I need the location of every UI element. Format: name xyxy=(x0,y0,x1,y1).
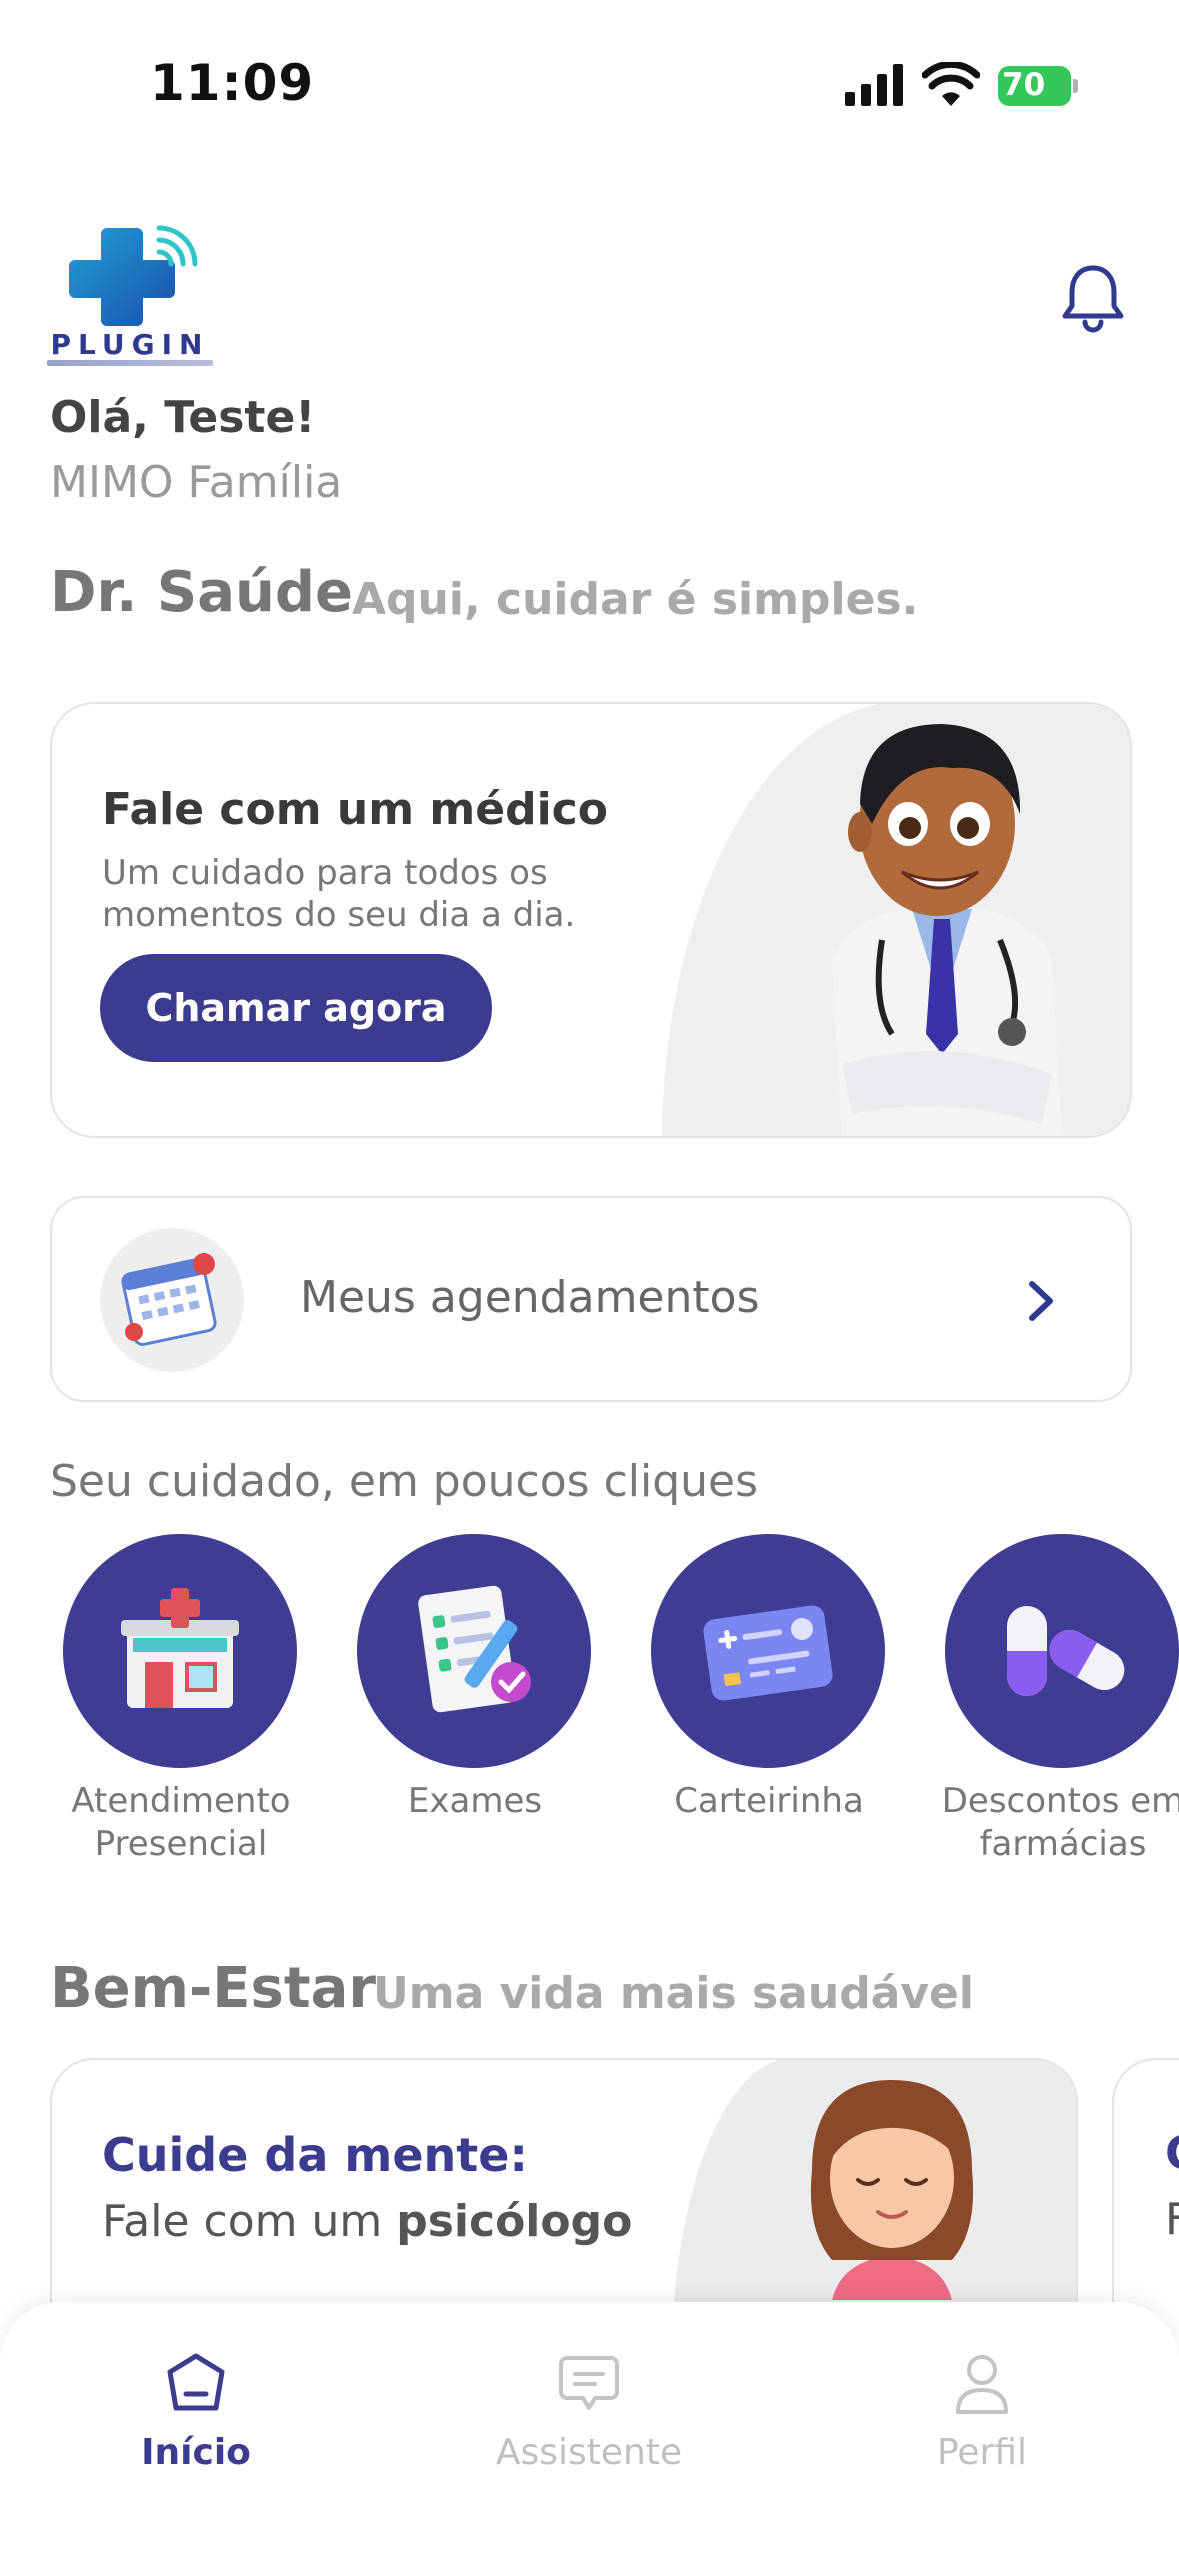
card-icon xyxy=(703,1605,833,1701)
logo-tagline xyxy=(47,360,213,366)
tab-assistant[interactable]: Assistente xyxy=(469,2352,709,2502)
tab-label: Perfil xyxy=(936,2432,1028,2473)
home-icon xyxy=(167,2353,225,2411)
brand-section-title: Dr. Saúde xyxy=(50,560,353,625)
calendar-icon xyxy=(100,1228,244,1372)
bottom-tab-bar: Início Assistente Perfil xyxy=(0,2302,1179,2556)
chat-icon xyxy=(559,2356,619,2410)
tab-home[interactable]: Início xyxy=(76,2352,316,2502)
doctor-card-description: Um cuidado para todos os momentos do seu… xyxy=(102,853,576,935)
quick-item-circle xyxy=(651,1534,885,1768)
quick-item-label: Atendimento Presencial xyxy=(71,1781,291,1864)
wifi-icon xyxy=(922,62,980,106)
battery-level: 70 xyxy=(1002,67,1046,103)
clinic-icon xyxy=(121,1588,239,1708)
quick-item-member-card[interactable]: Carteirinha xyxy=(619,1534,919,1874)
wellness-section-title: Bem-Estar xyxy=(50,1956,377,2021)
quick-item-label: Descontos em farmácias xyxy=(941,1781,1179,1864)
woman-illustration-icon xyxy=(810,2080,974,2300)
status-time: 11:09 xyxy=(150,54,315,112)
appointments-label: Meus agendamentos xyxy=(300,1272,760,1323)
battery-tip xyxy=(1073,79,1078,93)
status-bar: 11:09 70 xyxy=(0,0,1179,150)
next-card-heading-partial: C xyxy=(1165,2126,1179,2180)
battery-indicator: 70 xyxy=(998,66,1078,106)
tab-label: Início xyxy=(141,2432,251,2473)
wellness-card-heading: Cuide da mente: xyxy=(102,2128,528,2182)
quick-item-label: Exames xyxy=(407,1781,543,1821)
quick-item-circle xyxy=(945,1534,1179,1768)
talk-to-doctor-card[interactable]: Fale com um médico Um cuidado para todos… xyxy=(50,702,1132,1138)
notification-bell-icon[interactable] xyxy=(1058,262,1128,334)
logo-cross-icon xyxy=(69,225,198,326)
calendar-graphic xyxy=(121,1253,217,1346)
call-now-button[interactable]: Chamar agora xyxy=(100,954,492,1062)
signal-icon xyxy=(845,64,903,106)
tab-profile[interactable]: Perfil xyxy=(862,2352,1102,2502)
next-card-subtitle-partial: F xyxy=(1165,2194,1179,2245)
doctor-card-heading: Fale com um médico xyxy=(102,784,608,835)
logo-text: PLUGIN xyxy=(50,328,210,361)
tab-label: Assistente xyxy=(495,2432,683,2473)
quick-item-pharmacy-discounts[interactable]: Descontos em farmácias xyxy=(913,1534,1179,1874)
doctor-illustration-icon xyxy=(832,724,1062,1136)
plan-name: MIMO Família xyxy=(50,457,343,508)
user-icon xyxy=(956,2355,1008,2414)
wellness-section-subtitle: Uma vida mais saudável xyxy=(373,1968,974,2019)
brand-section-subtitle: Aqui, cuidar é simples. xyxy=(352,574,919,625)
wellness-sub-prefix: Fale com um xyxy=(102,2196,397,2247)
quick-access-title: Seu cuidado, em poucos cliques xyxy=(50,1456,759,1507)
quick-item-exams[interactable]: Exames xyxy=(325,1534,625,1874)
pill-icon xyxy=(1007,1606,1125,1696)
quick-item-label: Carteirinha xyxy=(674,1781,864,1821)
greeting-text: Olá, Teste! xyxy=(50,392,316,443)
exam-icon xyxy=(418,1585,531,1713)
my-appointments-card[interactable]: Meus agendamentos xyxy=(50,1196,1132,1402)
quick-item-circle xyxy=(63,1534,297,1768)
battery-body: 70 xyxy=(998,66,1071,106)
quick-item-in-person-care[interactable]: Atendimento Presencial xyxy=(31,1534,331,1874)
wellness-sub-bold: psicólogo xyxy=(396,2196,633,2247)
chevron-right-icon xyxy=(1029,1281,1053,1321)
plugin-logo: PLUGIN xyxy=(45,222,215,372)
wellness-card-subtitle: Fale com um psicólogo xyxy=(102,2196,632,2247)
quick-item-circle xyxy=(357,1534,591,1768)
